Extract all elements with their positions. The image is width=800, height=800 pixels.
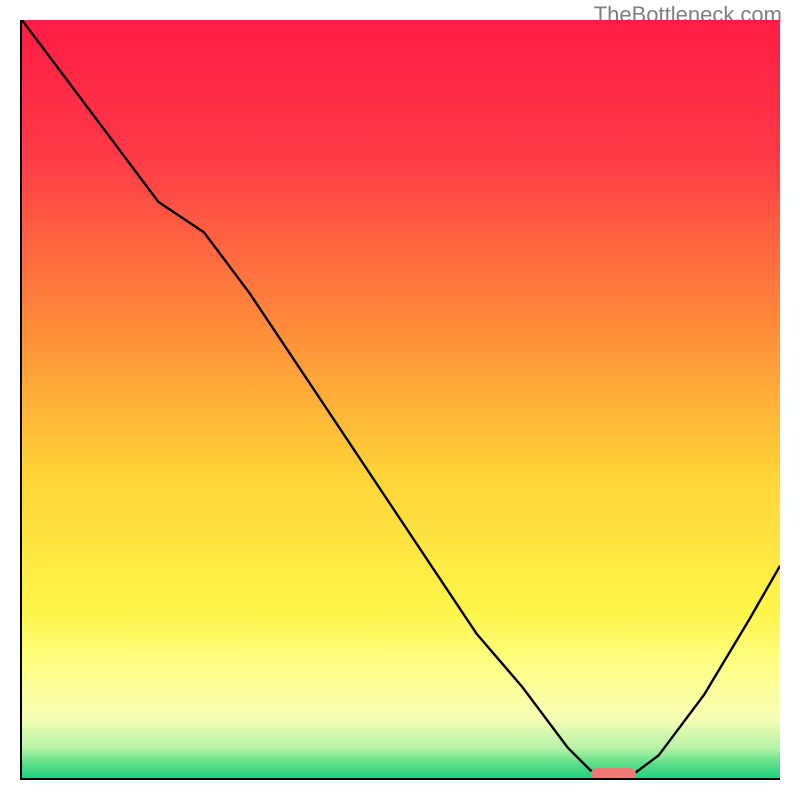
- x-axis: [20, 778, 780, 780]
- bottleneck-curve: [22, 20, 780, 778]
- y-axis: [20, 20, 22, 780]
- chart-container: TheBottleneck.com: [0, 0, 800, 800]
- curve-layer: [22, 20, 780, 778]
- plot-area: [22, 20, 780, 778]
